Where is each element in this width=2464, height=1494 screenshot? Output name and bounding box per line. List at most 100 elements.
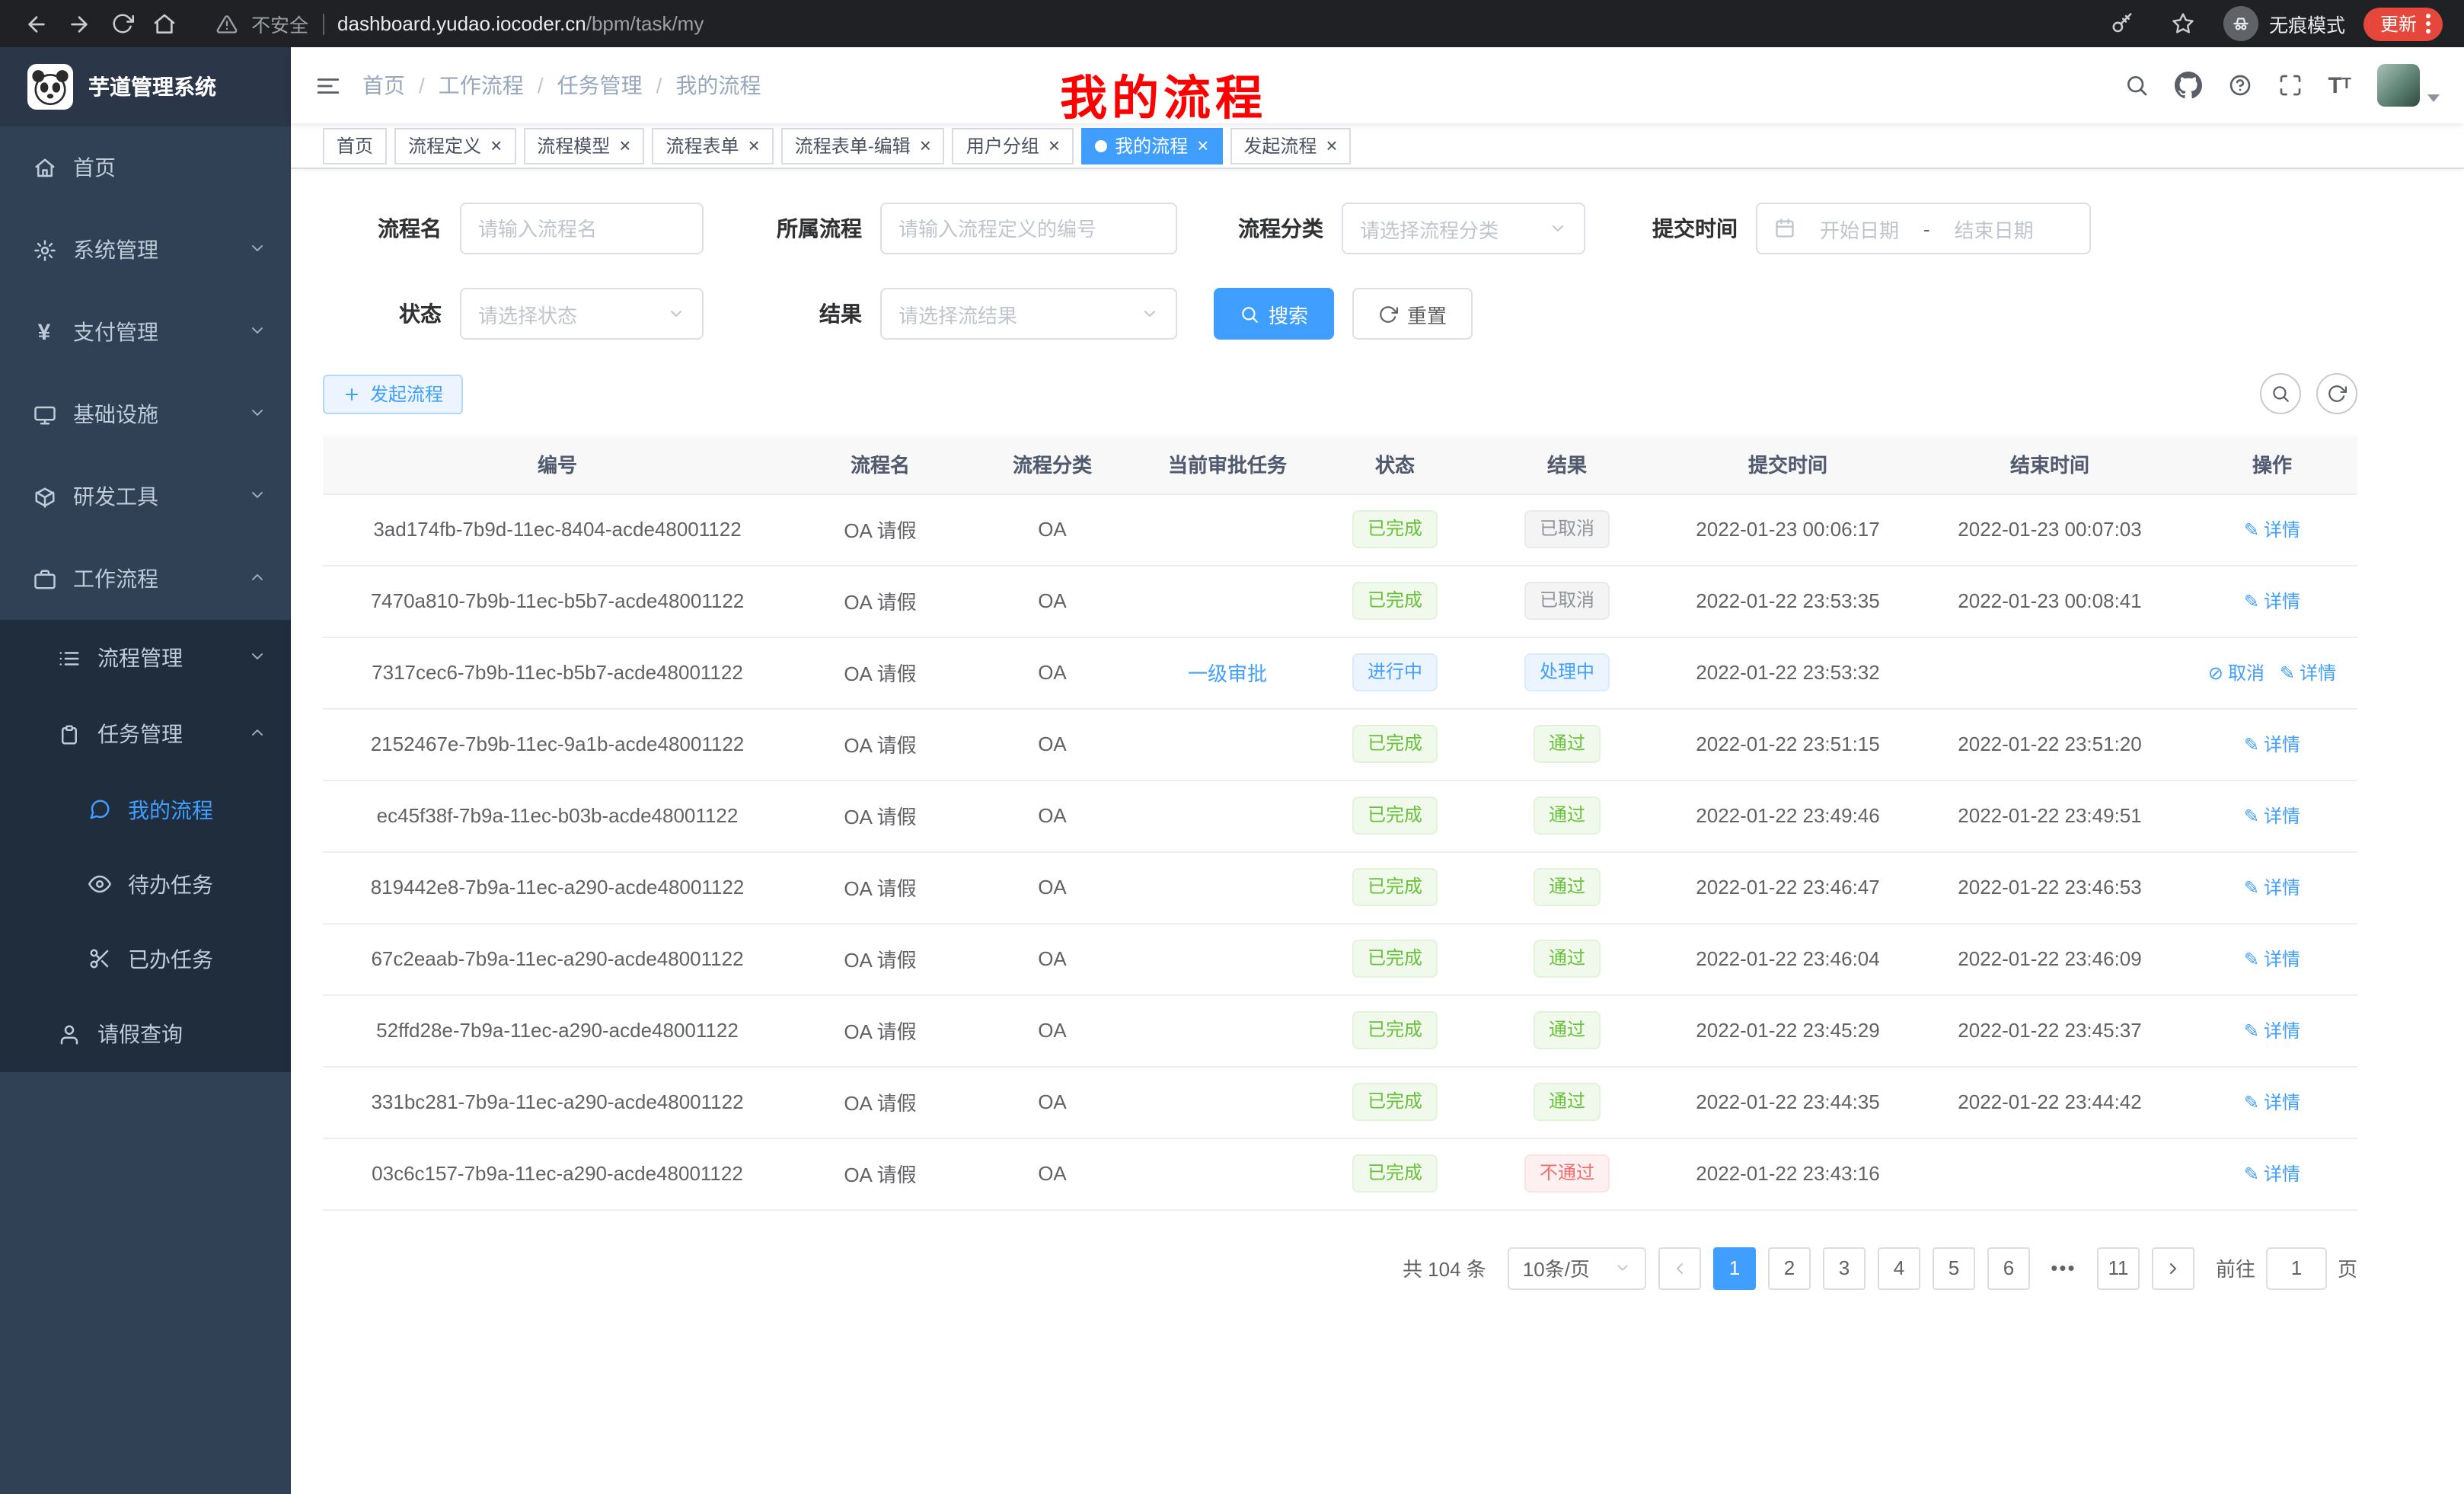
address-bar[interactable]: 不安全 dashboard.yudao.iocoder.cn/bpm/task/… xyxy=(186,9,2102,38)
page-button-6[interactable]: 6 xyxy=(1987,1247,2030,1289)
detail-action[interactable]: ✎详情 xyxy=(2280,659,2336,685)
create-process-button[interactable]: 发起流程 xyxy=(323,374,463,413)
menu-kebab-icon[interactable] xyxy=(2426,14,2430,34)
sidebar-item-todo-tasks[interactable]: 待办任务 xyxy=(0,847,291,921)
cell-category: OA xyxy=(969,923,1136,994)
table-row[interactable]: 3ad174fb-7b9d-11ec-8404-acde48001122 OA … xyxy=(323,493,2357,565)
sidebar-item-payment[interactable]: ¥ 支付管理 xyxy=(0,291,291,373)
update-button[interactable]: 更新 xyxy=(2363,7,2443,40)
cancel-action[interactable]: ⊘取消 xyxy=(2208,659,2265,685)
refresh-table-icon[interactable] xyxy=(2316,373,2357,414)
result-select[interactable]: 请选择流结果 xyxy=(880,288,1177,340)
next-page-button[interactable] xyxy=(2152,1247,2194,1289)
table-row[interactable]: 52ffd28e-7b9a-11ec-a290-acde48001122 OA … xyxy=(323,994,2357,1066)
sidebar-item-home[interactable]: 首页 xyxy=(0,126,291,209)
cell-actions: ✎详情 xyxy=(2187,1066,2357,1138)
tab-my-process[interactable]: 我的流程× xyxy=(1081,127,1222,164)
close-icon[interactable]: × xyxy=(1197,136,1208,155)
breadcrumb-workflow[interactable]: 工作流程 xyxy=(439,70,524,101)
search-icon[interactable] xyxy=(2124,73,2148,97)
close-icon[interactable]: × xyxy=(619,136,630,155)
process-input[interactable] xyxy=(898,217,1159,240)
tab-process-definition[interactable]: 流程定义× xyxy=(394,127,515,164)
tab-process-form-edit[interactable]: 流程表单-编辑× xyxy=(781,127,945,164)
page-ellipsis[interactable]: ••• xyxy=(2042,1247,2085,1289)
close-icon[interactable]: × xyxy=(1048,136,1060,155)
tab-start-process[interactable]: 发起流程× xyxy=(1230,127,1351,164)
detail-action[interactable]: ✎详情 xyxy=(2244,588,2300,614)
back-icon[interactable] xyxy=(15,4,58,43)
detail-action[interactable]: ✎详情 xyxy=(2244,516,2300,542)
breadcrumb-home[interactable]: 首页 xyxy=(362,70,405,101)
close-icon[interactable]: × xyxy=(490,136,502,155)
detail-action[interactable]: ✎详情 xyxy=(2244,731,2300,757)
table-row[interactable]: 7470a810-7b9b-11ec-b5b7-acde48001122 OA … xyxy=(323,565,2357,637)
tab-user-group[interactable]: 用户分组× xyxy=(953,127,1074,164)
sidebar-item-leave-query[interactable]: 请假查询 xyxy=(0,996,291,1072)
tab-process-model[interactable]: 流程模型× xyxy=(523,127,644,164)
name-input[interactable] xyxy=(478,217,685,240)
sidebar-item-devtools[interactable]: 研发工具 xyxy=(0,455,291,538)
tab-home[interactable]: 首页 xyxy=(323,127,387,164)
close-icon[interactable]: × xyxy=(1326,136,1337,155)
page-button-11[interactable]: 11 xyxy=(2097,1247,2140,1289)
detail-action[interactable]: ✎详情 xyxy=(2244,874,2300,900)
key-icon[interactable] xyxy=(2102,4,2144,43)
page-button-4[interactable]: 4 xyxy=(1878,1247,1920,1289)
sidebar-item-process-management[interactable]: 流程管理 xyxy=(0,620,291,696)
cell-name: OA 请假 xyxy=(792,994,969,1066)
cell-submit-time: 2022-01-22 23:53:32 xyxy=(1663,637,1913,708)
user-menu[interactable] xyxy=(2377,64,2440,107)
incognito-badge[interactable]: 无痕模式 xyxy=(2223,6,2345,41)
table-row[interactable]: 819442e8-7b9a-11ec-a290-acde48001122 OA … xyxy=(323,851,2357,923)
sidebar-item-system[interactable]: 系统管理 xyxy=(0,209,291,291)
table-row[interactable]: 7317cec6-7b9b-11ec-b5b7-acde48001122 OA … xyxy=(323,637,2357,708)
sidebar-item-infrastructure[interactable]: 基础设施 xyxy=(0,373,291,455)
table-row[interactable]: ec45f38f-7b9a-11ec-b03b-acde48001122 OA … xyxy=(323,780,2357,851)
search-button[interactable]: 搜索 xyxy=(1214,288,1334,340)
sidebar-item-my-process[interactable]: 我的流程 xyxy=(0,772,291,847)
bookmark-star-icon[interactable] xyxy=(2162,4,2205,43)
goto-page-input[interactable] xyxy=(2266,1247,2327,1289)
breadcrumb-task-management[interactable]: 任务管理 xyxy=(557,70,643,101)
detail-action[interactable]: ✎详情 xyxy=(2244,803,2300,828)
table-row[interactable]: 03c6c157-7b9a-11ec-a290-acde48001122 OA … xyxy=(323,1138,2357,1209)
page-button-5[interactable]: 5 xyxy=(1933,1247,1975,1289)
tab-process-form[interactable]: 流程表单× xyxy=(652,127,773,164)
submit-time-range[interactable]: 开始日期 - 结束日期 xyxy=(1756,203,2091,254)
task-link[interactable]: 一级审批 xyxy=(1188,662,1267,685)
table-row[interactable]: 331bc281-7b9a-11ec-a290-acde48001122 OA … xyxy=(323,1066,2357,1138)
home-icon[interactable] xyxy=(143,4,186,43)
page-button-2[interactable]: 2 xyxy=(1768,1247,1811,1289)
forward-icon[interactable] xyxy=(58,4,101,43)
detail-action[interactable]: ✎详情 xyxy=(2244,1089,2300,1115)
help-icon[interactable] xyxy=(2227,73,2252,97)
page-size-select[interactable]: 10条/页 xyxy=(1508,1247,1646,1289)
refresh-icon[interactable] xyxy=(101,4,143,43)
github-icon[interactable] xyxy=(2174,72,2201,99)
detail-action[interactable]: ✎详情 xyxy=(2244,1017,2300,1043)
prev-page-button[interactable] xyxy=(1658,1247,1701,1289)
sidebar-toggle-icon[interactable] xyxy=(315,72,341,98)
page-button-1[interactable]: 1 xyxy=(1713,1247,1756,1289)
start-date-input[interactable]: 开始日期 xyxy=(1805,214,1914,243)
detail-action[interactable]: ✎详情 xyxy=(2244,1160,2300,1186)
end-date-input[interactable]: 结束日期 xyxy=(1939,214,2049,243)
search-toggle-icon[interactable] xyxy=(2260,373,2301,414)
sidebar-item-done-tasks[interactable]: 已办任务 xyxy=(0,921,291,996)
font-size-icon[interactable]: TT xyxy=(2328,74,2351,97)
page-button-3[interactable]: 3 xyxy=(1823,1247,1866,1289)
fullscreen-icon[interactable] xyxy=(2277,73,2302,97)
category-select[interactable]: 请选择流程分类 xyxy=(1342,203,1585,254)
process-table: 编号 流程名 流程分类 当前审批任务 状态 结果 提交时间 结束时间 操作 xyxy=(323,436,2357,1210)
sidebar-item-workflow[interactable]: 工作流程 xyxy=(0,538,291,620)
reset-button[interactable]: 重置 xyxy=(1352,288,1473,340)
close-icon[interactable]: × xyxy=(748,136,760,155)
close-icon[interactable]: × xyxy=(920,136,931,155)
table-row[interactable]: 67c2eaab-7b9a-11ec-a290-acde48001122 OA … xyxy=(323,923,2357,994)
table-row[interactable]: 2152467e-7b9b-11ec-9a1b-acde48001122 OA … xyxy=(323,708,2357,780)
sidebar-item-task-management[interactable]: 任务管理 xyxy=(0,696,291,772)
logo[interactable]: 芋道管理系统 xyxy=(0,47,291,126)
detail-action[interactable]: ✎详情 xyxy=(2244,946,2300,972)
status-select[interactable]: 请选择状态 xyxy=(460,288,704,340)
